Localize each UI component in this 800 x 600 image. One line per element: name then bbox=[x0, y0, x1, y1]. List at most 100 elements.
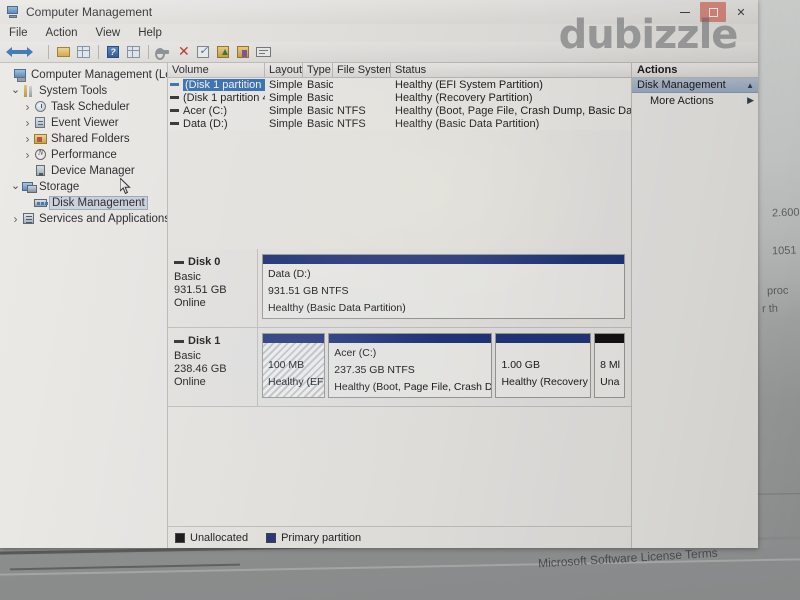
sidebar-item-label: Computer Management (Local bbox=[31, 69, 167, 81]
actions-item-more-actions[interactable]: More Actions ▶ bbox=[632, 93, 758, 108]
forward-icon[interactable] bbox=[19, 44, 42, 60]
sidebar-item-label: Shared Folders bbox=[51, 133, 130, 145]
partition-status: Healthy (EF bbox=[268, 376, 324, 388]
sidebar-item-task-scheduler[interactable]: Task Scheduler bbox=[0, 99, 167, 115]
chevron-down-icon[interactable] bbox=[10, 85, 21, 98]
table-row[interactable]: Data (D:) Simple Basic NTFS Healthy (Bas… bbox=[168, 117, 631, 130]
sidebar-item-event-viewer[interactable]: Event Viewer bbox=[0, 115, 167, 131]
sidebar-item-system-tools[interactable]: System Tools bbox=[0, 83, 167, 99]
table-row[interactable]: (Disk 1 partition 4) Simple Basic Health… bbox=[168, 91, 631, 104]
close-button[interactable]: ✕ bbox=[728, 2, 754, 22]
cell-volume-label: (Disk 1 partition 4) bbox=[183, 91, 265, 104]
graph-bottom-space bbox=[168, 407, 631, 526]
rescan-disks-icon[interactable] bbox=[155, 44, 172, 60]
sidebar-item-label: Disk Management bbox=[49, 196, 148, 210]
volume-table-body: (Disk 1 partition 1) Simple Basic Health… bbox=[168, 78, 631, 130]
up-folder-icon[interactable] bbox=[55, 44, 72, 60]
cell-layout: Simple bbox=[269, 117, 303, 130]
partition-color-bar bbox=[263, 255, 624, 264]
volume-bullet-icon bbox=[170, 83, 179, 86]
chevron-right-icon[interactable] bbox=[22, 116, 33, 130]
column-header-layout[interactable]: Layout bbox=[265, 63, 303, 77]
menu-help[interactable]: Help bbox=[137, 27, 163, 39]
title-bar: Computer Management ✕ bbox=[0, 0, 758, 24]
partition-size: 100 MB bbox=[268, 359, 305, 371]
disk-type: Basic bbox=[174, 350, 201, 362]
toolbar-separator-3 bbox=[148, 45, 149, 59]
details-pane-icon[interactable] bbox=[255, 44, 272, 60]
cell-type: Basic bbox=[307, 78, 333, 91]
table-row[interactable]: (Disk 1 partition 1) Simple Basic Health… bbox=[168, 78, 631, 91]
sidebar-item-disk-management[interactable]: Disk Management bbox=[0, 195, 167, 211]
partition-unallocated[interactable]: 8 Ml Una bbox=[594, 333, 625, 398]
menu-file[interactable]: File bbox=[8, 27, 29, 39]
partition-acer-c[interactable]: Acer (C:) 237.35 GB NTFS Healthy (Boot, … bbox=[328, 333, 493, 398]
cell-volume-label: (Disk 1 partition 1) bbox=[183, 78, 265, 91]
column-header-volume[interactable]: Volume bbox=[168, 63, 265, 77]
disk-name-label: Disk 1 bbox=[188, 335, 221, 347]
background-license-text: Microsoft Software License Terms bbox=[537, 545, 719, 571]
chevron-right-icon[interactable] bbox=[22, 100, 33, 114]
sidebar-item-storage[interactable]: Storage bbox=[0, 179, 167, 195]
disk-management-pane: Volume Layout Type File System Status (D… bbox=[168, 63, 632, 548]
view-list-icon[interactable] bbox=[125, 44, 142, 60]
disk-block-1[interactable]: Disk 1 Basic 238.46 GB Online 100 MB Hea… bbox=[168, 328, 631, 407]
partition-label: Data (D:) bbox=[268, 268, 311, 280]
cell-layout: Simple bbox=[269, 91, 303, 104]
table-row[interactable]: Acer (C:) Simple Basic NTFS Healthy (Boo… bbox=[168, 104, 631, 117]
column-header-type[interactable]: Type bbox=[303, 63, 333, 77]
performance-icon bbox=[33, 148, 48, 162]
export-icon[interactable] bbox=[235, 44, 252, 60]
minimize-button[interactable] bbox=[672, 2, 698, 22]
chevron-down-icon[interactable] bbox=[10, 181, 21, 194]
partition-size: 1.00 GB bbox=[501, 359, 540, 371]
legend-label-unallocated: Unallocated bbox=[190, 531, 249, 544]
chevron-up-icon[interactable]: ▲ bbox=[746, 81, 754, 90]
window-title: Computer Management bbox=[26, 5, 153, 19]
disk-state: Online bbox=[174, 376, 206, 388]
sidebar-item-computer-management[interactable]: Computer Management (Local bbox=[0, 67, 167, 83]
delete-icon[interactable]: ✕ bbox=[175, 44, 192, 60]
import-icon[interactable] bbox=[215, 44, 232, 60]
sidebar-item-shared-folders[interactable]: Shared Folders bbox=[0, 131, 167, 147]
background-fragment-2: 1051 bbox=[771, 244, 797, 258]
properties-check-icon[interactable] bbox=[195, 44, 212, 60]
actions-item-disk-management[interactable]: Disk Management ▲ bbox=[632, 78, 758, 93]
cell-volume: (Disk 1 partition 1) bbox=[168, 78, 265, 91]
help-icon[interactable]: ? bbox=[105, 44, 122, 60]
chevron-right-icon[interactable] bbox=[10, 212, 21, 226]
disk-name: Disk 1 bbox=[174, 335, 257, 348]
cell-file-system: NTFS bbox=[337, 104, 366, 117]
legend-swatch-unallocated bbox=[175, 532, 185, 543]
show-hide-tree-icon[interactable] bbox=[75, 44, 92, 60]
partition-efi[interactable]: 100 MB Healthy (EF bbox=[262, 333, 326, 398]
sidebar-item-services-and-applications[interactable]: Services and Applications bbox=[0, 211, 167, 227]
menu-action[interactable]: Action bbox=[45, 27, 79, 39]
disk-capacity: 931.51 GB bbox=[174, 284, 227, 296]
column-header-file-system[interactable]: File System bbox=[333, 63, 391, 77]
sidebar-item-device-manager[interactable]: Device Manager bbox=[0, 163, 167, 179]
services-icon bbox=[21, 212, 36, 226]
cell-status: Healthy (Boot, Page File, Crash Dump, Ba… bbox=[395, 104, 631, 117]
chevron-right-icon[interactable] bbox=[22, 132, 33, 146]
partition-color-bar bbox=[595, 334, 624, 343]
disk-block-0[interactable]: Disk 0 Basic 931.51 GB Online Data (D:) … bbox=[168, 249, 631, 328]
partition-label: Acer (C:) bbox=[334, 347, 377, 359]
cell-file-system: NTFS bbox=[337, 117, 366, 130]
toolbar-separator-1 bbox=[48, 45, 49, 59]
disk-icon bbox=[174, 340, 184, 343]
disk-management-icon bbox=[33, 196, 48, 210]
column-header-status[interactable]: Status bbox=[391, 63, 631, 77]
cell-status: Healthy (EFI System Partition) bbox=[395, 78, 543, 91]
partition-size: 931.51 GB NTFS bbox=[268, 285, 349, 297]
partition-recovery[interactable]: 1.00 GB Healthy (Recovery bbox=[495, 333, 592, 398]
chevron-right-icon[interactable] bbox=[22, 148, 33, 162]
window-body: Computer Management (Local System Tools … bbox=[0, 63, 758, 548]
menu-view[interactable]: View bbox=[95, 27, 122, 39]
volume-table-header: Volume Layout Type File System Status bbox=[168, 63, 631, 78]
chevron-right-icon[interactable]: ▶ bbox=[747, 95, 754, 106]
maximize-button[interactable] bbox=[700, 2, 726, 22]
sidebar-item-performance[interactable]: Performance bbox=[0, 147, 167, 163]
partition-status: Una bbox=[600, 376, 620, 388]
partition-data-d[interactable]: Data (D:) 931.51 GB NTFS Healthy (Basic … bbox=[262, 254, 625, 319]
